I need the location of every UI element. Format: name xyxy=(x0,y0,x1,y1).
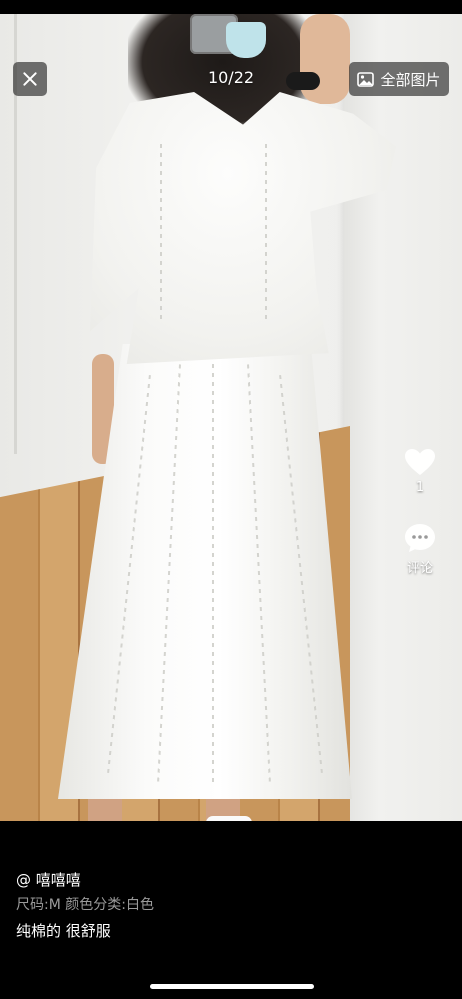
face-mask xyxy=(226,22,266,58)
comment-label: 评论 xyxy=(406,561,433,576)
like-count: 1 xyxy=(415,480,425,495)
image-icon xyxy=(357,71,375,87)
like-button[interactable]: 1 xyxy=(398,448,442,495)
review-text: 纯棉的 很舒服 xyxy=(16,922,111,940)
comment-bubble-icon xyxy=(405,524,435,552)
heart-icon xyxy=(405,449,435,475)
eyelet-trim xyxy=(265,144,267,324)
username[interactable]: @ 嘻嘻嘻 xyxy=(16,869,81,890)
home-indicator xyxy=(150,984,314,989)
all-photos-label: 全部图片 xyxy=(380,70,441,89)
side-actions: 1 评论 xyxy=(398,448,442,576)
post-info-panel: @ 嘻嘻嘻 尺码:M 颜色分类:白色 纯棉的 很舒服 xyxy=(0,821,462,999)
eyelet-trim xyxy=(212,364,214,784)
product-spec: 尺码:M 颜色分类:白色 xyxy=(16,897,154,913)
eyelet-trim xyxy=(160,144,162,324)
model-raised-arm xyxy=(300,14,350,104)
product-photo[interactable] xyxy=(0,14,462,821)
all-photos-button[interactable]: 全部图片 xyxy=(349,62,449,96)
comment-button[interactable]: 评论 xyxy=(398,523,442,576)
